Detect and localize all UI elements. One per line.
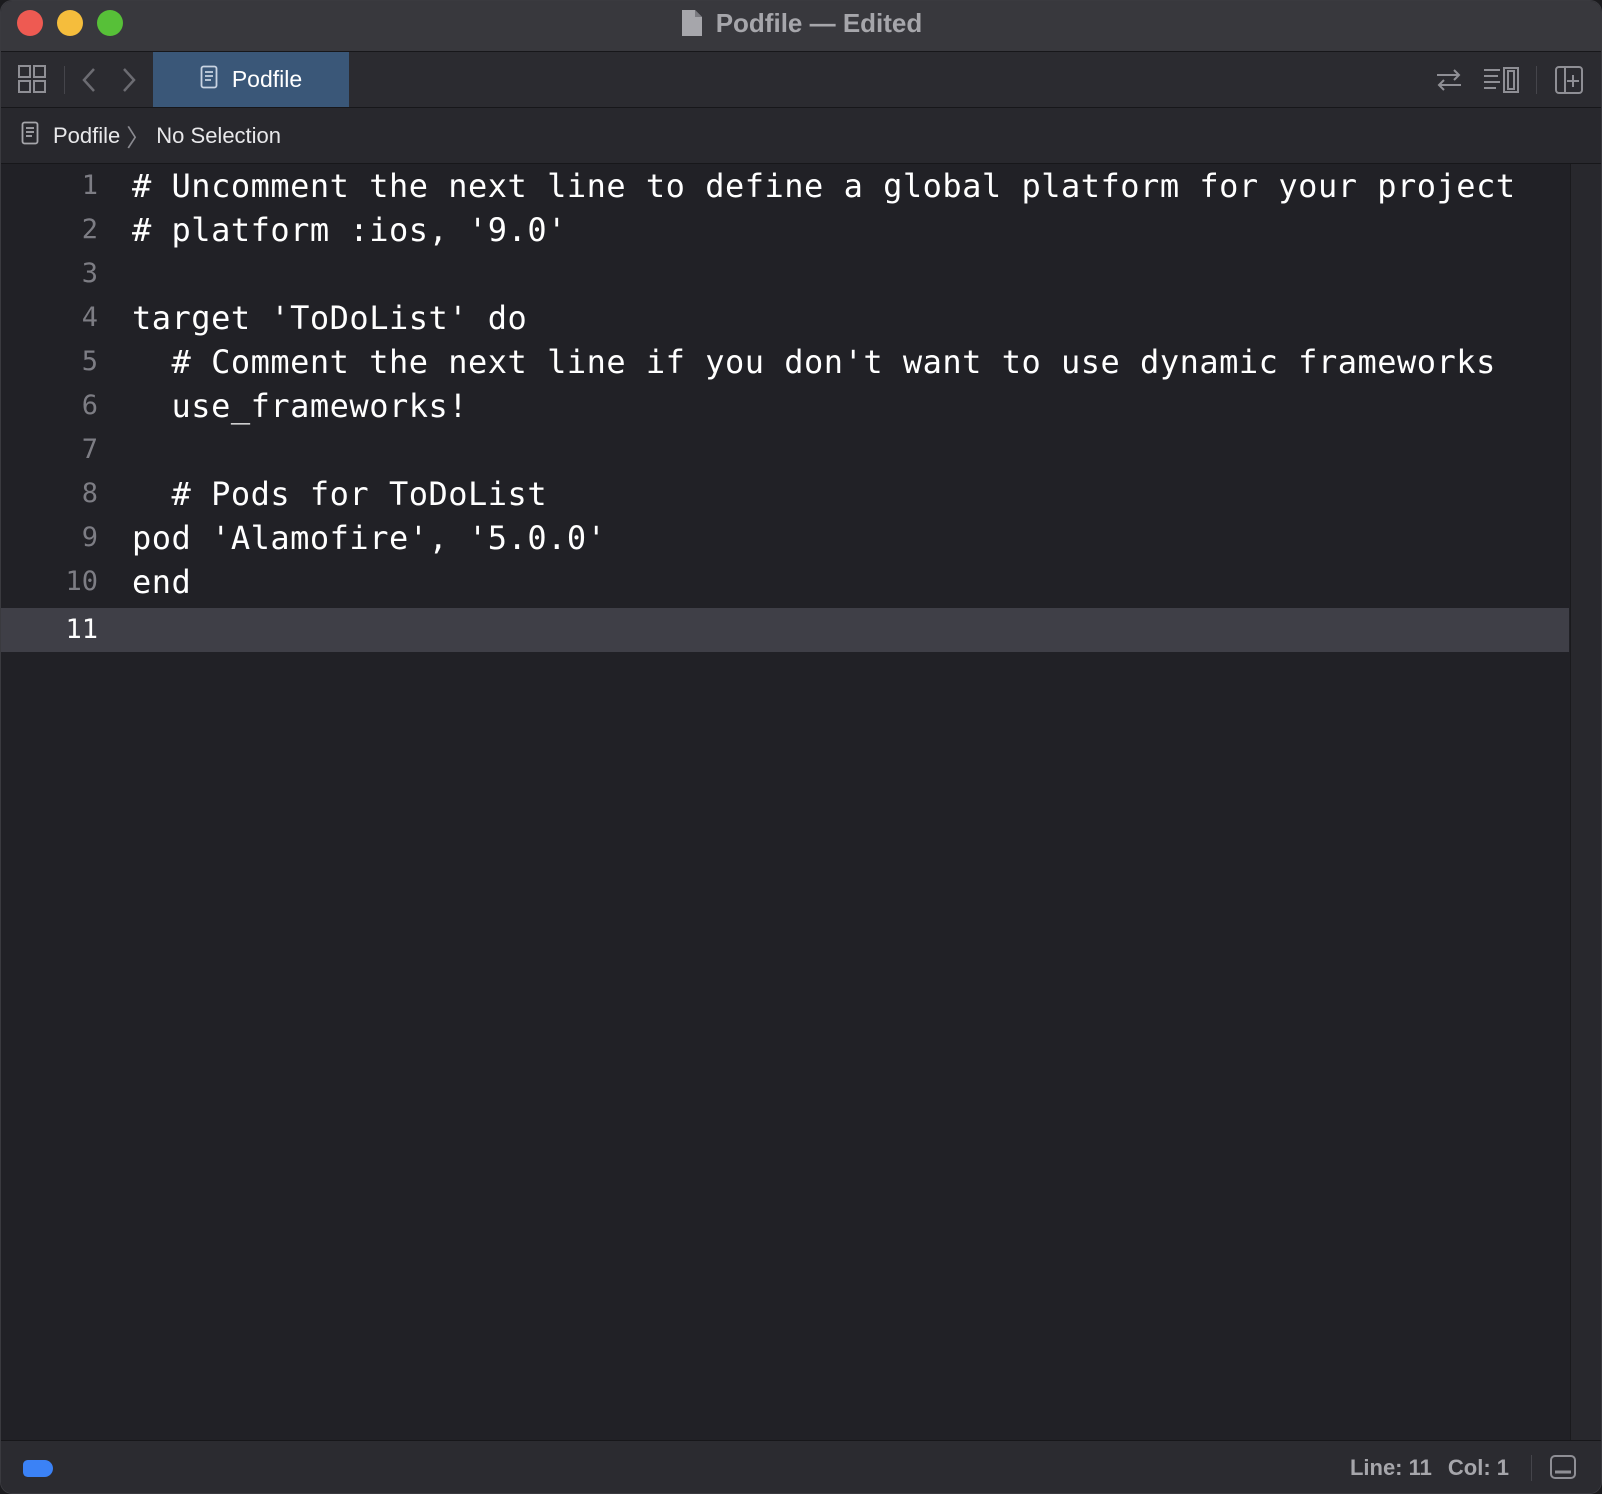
code-line[interactable]: 9 pod 'Alamofire', '5.0.0' — [1, 516, 1569, 560]
document-icon — [21, 121, 39, 150]
vertical-scrollbar[interactable] — [1570, 164, 1601, 1440]
breadcrumb-file[interactable]: Podfile — [53, 123, 120, 149]
document-icon — [200, 65, 218, 94]
editor-window: Podfile — Edited Podfile Podfile 〉 No Se… — [0, 0, 1602, 1494]
tab-label: Podfile — [231, 66, 303, 92]
code-line[interactable]: 8 # Pods for ToDoList — [1, 472, 1569, 516]
line-text: # Pods for ToDoList — [132, 475, 548, 513]
breadcrumb-selection[interactable]: No Selection — [156, 123, 281, 149]
line-number: 7 — [81, 434, 98, 465]
document-icon — [680, 9, 704, 37]
status-divider — [1531, 1455, 1532, 1481]
code-editor[interactable]: 1 # Uncomment the next line to define a … — [1, 164, 1569, 1440]
code-line[interactable]: 6 use_frameworks! — [1, 384, 1569, 428]
toolbar-divider — [1536, 66, 1537, 94]
window-title-group: Podfile — Edited — [1, 1, 1601, 45]
code-line[interactable]: 5 # Comment the next line if you don't w… — [1, 340, 1569, 384]
add-editor-icon[interactable] — [1554, 65, 1584, 95]
line-text: pod 'Alamofire', '5.0.0' — [132, 519, 607, 557]
line-number: 3 — [81, 258, 98, 289]
code-line[interactable]: 3 — [1, 252, 1569, 296]
title-bar: Podfile — Edited — [1, 1, 1601, 52]
panel-toggle-icon[interactable] — [1549, 1453, 1577, 1486]
line-text: # Uncomment the next line to define a gl… — [132, 167, 1516, 205]
line-number: 8 — [81, 478, 98, 509]
swap-arrows-icon[interactable] — [1434, 66, 1464, 94]
breadcrumb-chevron-icon: 〉 — [126, 125, 151, 152]
line-text: # platform :ios, '9.0' — [132, 211, 567, 249]
forward-chevron-icon[interactable] — [117, 66, 139, 94]
line-number: 2 — [81, 214, 98, 245]
code-line[interactable]: 1 # Uncomment the next line to define a … — [1, 164, 1569, 208]
line-position: Line: 11 — [1349, 1454, 1432, 1480]
back-chevron-icon[interactable] — [79, 66, 101, 94]
line-number: 9 — [81, 522, 98, 553]
minimap-icon[interactable] — [1482, 66, 1520, 94]
cursor-position[interactable]: Line: 11 Col: 1 — [1349, 1441, 1509, 1493]
window-title: Podfile — Edited — [715, 7, 923, 38]
status-bar: Line: 11 Col: 1 — [1, 1440, 1601, 1493]
column-position: Col: 1 — [1447, 1454, 1509, 1480]
tab-podfile[interactable]: Podfile — [153, 52, 349, 107]
current-code-line[interactable]: 11 — [1, 608, 1569, 652]
code-line[interactable]: 10 end — [1, 560, 1569, 604]
line-number: 1 — [81, 170, 98, 201]
status-indicator-icon[interactable] — [23, 1460, 53, 1477]
line-text: end — [132, 563, 192, 601]
toolbar-divider — [64, 66, 65, 94]
line-number: 11 — [65, 614, 98, 645]
code-line[interactable]: 2 # platform :ios, '9.0' — [1, 208, 1569, 252]
line-number: 6 — [81, 390, 98, 421]
line-text: # Comment the next line if you don't wan… — [132, 343, 1496, 381]
line-number: 4 — [81, 302, 98, 333]
tab-toolbar: Podfile — [1, 52, 1601, 108]
code-line[interactable]: 7 — [1, 428, 1569, 472]
line-number: 5 — [81, 346, 98, 377]
jump-bar: Podfile 〉 No Selection — [1, 108, 1601, 164]
line-number: 10 — [65, 566, 98, 597]
line-text: target 'ToDoList' do — [132, 299, 528, 337]
grid-icon[interactable] — [17, 64, 47, 94]
line-text: use_frameworks! — [132, 387, 469, 425]
code-line[interactable]: 4 target 'ToDoList' do — [1, 296, 1569, 340]
